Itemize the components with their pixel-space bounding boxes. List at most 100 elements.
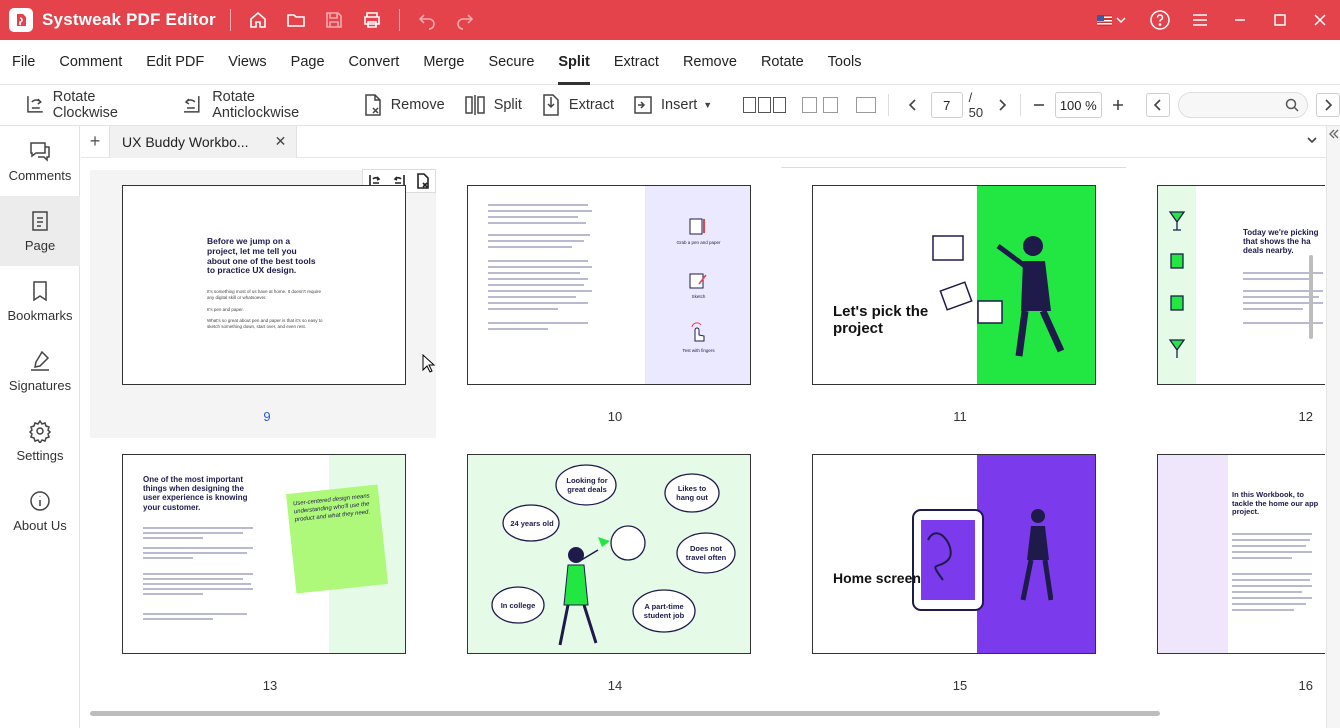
single-page-layout-icon[interactable] — [856, 97, 877, 113]
search-previous-icon[interactable] — [1145, 93, 1170, 117]
menu-extract[interactable]: Extract — [602, 40, 671, 85]
info-icon — [30, 491, 50, 511]
gear-icon — [28, 419, 52, 443]
sidebar-item-comments[interactable]: Comments — [0, 126, 80, 196]
split-toolbar: Rotate Clockwise Rotate Anticlockwise Re… — [0, 85, 1340, 126]
insert-caret-icon: ▼ — [703, 100, 713, 110]
rotate-anticlockwise-button[interactable]: Rotate Anticlockwise — [172, 89, 352, 121]
sidebar-item-signatures[interactable]: Signatures — [0, 336, 80, 406]
app-title: Systweak PDF Editor — [42, 10, 216, 29]
previous-page-icon[interactable] — [901, 93, 925, 117]
maximize-icon[interactable] — [1260, 0, 1300, 40]
rotate-clockwise-label: Rotate Clockwise — [52, 89, 118, 121]
page-thumbnail-13[interactable]: One of the most important things when de… — [122, 454, 406, 654]
page-14-bubble: In college — [500, 601, 536, 610]
menu-merge[interactable]: Merge — [411, 40, 476, 85]
page-14-bubble: 24 years old — [510, 519, 554, 528]
mouse-cursor-icon — [422, 354, 436, 373]
page-thumbnail-15[interactable]: Home screen — [812, 454, 1096, 654]
menu-edit-pdf[interactable]: Edit PDF — [134, 40, 216, 85]
redo-icon[interactable] — [448, 5, 482, 35]
page-number-14: 14 — [607, 678, 623, 693]
menu-views[interactable]: Views — [216, 40, 278, 85]
language-selector[interactable] — [1097, 14, 1126, 26]
page-thumbnail-11[interactable]: Let's pick the project — [812, 185, 1096, 385]
two-page-layout-icon[interactable] — [802, 97, 839, 113]
folder-open-icon[interactable] — [279, 5, 313, 35]
insert-label: Insert — [661, 97, 698, 113]
help-icon[interactable] — [1140, 0, 1180, 40]
sidebar-item-page[interactable]: Page — [0, 196, 80, 266]
title-bar: Systweak PDF Editor — [0, 0, 1340, 40]
insert-dropdown[interactable]: Insert ▼ — [623, 90, 721, 120]
page-thumbnail-9[interactable]: Before we jump on a project, let me tell… — [122, 185, 406, 385]
split-label: Split — [493, 97, 522, 113]
search-next-icon[interactable] — [1316, 93, 1340, 117]
undo-icon[interactable] — [410, 5, 444, 35]
page-thumbnail-14[interactable]: Looking for great deals Likes to hang ou… — [467, 454, 751, 654]
hamburger-menu-icon[interactable] — [1180, 0, 1220, 40]
page-14-bubble: Does not travel often — [685, 544, 727, 562]
current-page-input[interactable]: 7 — [930, 92, 963, 118]
menu-tools[interactable]: Tools — [816, 40, 874, 85]
page-13-sticky-note: User-centered design means understanding… — [286, 484, 388, 594]
search-input[interactable] — [1177, 92, 1309, 118]
menu-comment[interactable]: Comment — [47, 40, 134, 85]
zoom-input[interactable]: 100 % — [1054, 92, 1103, 118]
zoom-out-icon[interactable] — [1027, 93, 1051, 117]
page-number-13: 13 — [262, 678, 278, 693]
rotate-clockwise-button[interactable]: Rotate Clockwise — [0, 89, 172, 121]
print-icon[interactable] — [355, 5, 389, 35]
horizontal-scrollbar[interactable] — [90, 711, 1160, 716]
sidebar-item-label: Signatures — [8, 378, 72, 393]
home-icon[interactable] — [241, 5, 275, 35]
zoom-in-icon[interactable] — [1106, 93, 1130, 117]
pen-paper-icon — [689, 218, 705, 235]
close-icon[interactable] — [1300, 0, 1340, 40]
page-14-bubble: Looking for great deals — [566, 476, 608, 494]
next-page-icon[interactable] — [990, 93, 1014, 117]
page-15-illustration — [912, 509, 1053, 611]
split-button[interactable]: Split — [454, 90, 531, 120]
page-number-11: 11 — [953, 409, 967, 424]
save-icon[interactable] — [317, 5, 351, 35]
extract-button[interactable]: Extract — [531, 90, 623, 120]
split-icon — [464, 95, 485, 115]
remove-label: Remove — [390, 97, 445, 113]
vertical-scrollbar[interactable] — [1309, 255, 1313, 339]
remove-button[interactable]: Remove — [353, 90, 454, 120]
menu-rotate[interactable]: Rotate — [749, 40, 816, 85]
menu-split[interactable]: Split — [546, 40, 601, 85]
page-number-12: 12 — [1298, 409, 1313, 424]
page-11-heading: Let's pick the project — [833, 303, 929, 338]
sidebar-item-settings[interactable]: Settings — [0, 406, 80, 476]
chevron-down-icon[interactable] — [1306, 134, 1318, 146]
menu-remove[interactable]: Remove — [671, 40, 749, 85]
collapse-panel-icon[interactable] — [1328, 128, 1340, 140]
remove-page-icon[interactable] — [415, 173, 431, 189]
page-thumbnail-12[interactable]: Today we're picking that shows the ha de… — [1157, 185, 1325, 385]
three-page-layout-icon[interactable] — [743, 97, 787, 113]
page-thumbnail-16[interactable]: In this Workbook, to tackle the home our… — [1157, 454, 1325, 654]
document-tab[interactable]: UX Buddy Workbo... ✕ — [109, 125, 298, 158]
minimize-icon[interactable] — [1220, 0, 1260, 40]
page-thumbnail-10[interactable]: Grab a pen and paper Sketch Test with fi… — [467, 185, 751, 385]
menu-convert[interactable]: Convert — [337, 40, 412, 85]
sketch-icon — [689, 273, 707, 289]
page-number-16: 16 — [1298, 678, 1313, 693]
close-tab-icon[interactable]: ✕ — [275, 133, 287, 150]
page-9-body: It's something most of us have at home. … — [207, 289, 325, 330]
page-14-bubble: Likes to hang out — [676, 484, 708, 502]
menu-file[interactable]: File — [0, 40, 47, 85]
page-15-heading: Home screen — [833, 570, 921, 586]
page-11-illustration — [932, 235, 1065, 357]
menu-bar: File Comment Edit PDF Views Page Convert… — [0, 40, 1340, 85]
rotate-clockwise-icon — [27, 96, 43, 113]
page-14-bubble: A part-time student job — [643, 602, 685, 620]
page-10-label: Sketch — [691, 294, 706, 299]
sidebar-item-bookmarks[interactable]: Bookmarks — [0, 266, 80, 336]
add-tab-button[interactable]: + — [81, 126, 109, 158]
sidebar-item-about[interactable]: About Us — [0, 476, 80, 546]
menu-secure[interactable]: Secure — [476, 40, 546, 85]
menu-page[interactable]: Page — [279, 40, 337, 85]
